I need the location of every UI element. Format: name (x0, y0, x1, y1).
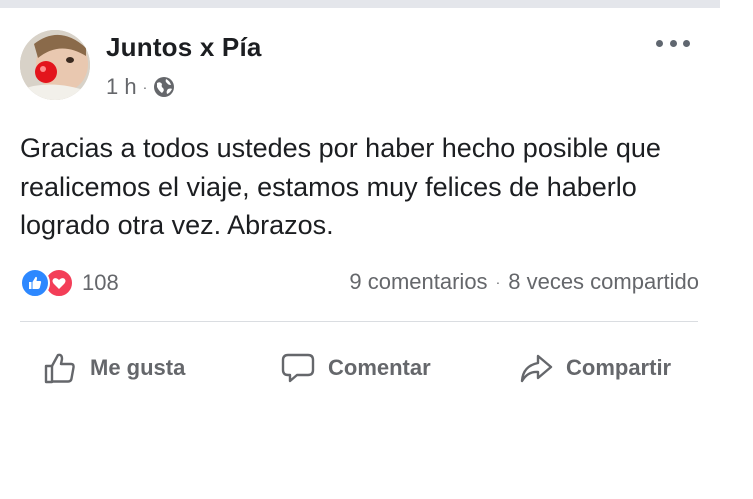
stats-separator: · (495, 274, 501, 290)
post-author-name[interactable]: Juntos x Pía (106, 32, 262, 63)
avatar[interactable] (20, 30, 90, 100)
like-button-label: Me gusta (90, 355, 186, 380)
reaction-count: 108 (82, 270, 119, 295)
more-options-icon[interactable] (656, 36, 690, 50)
share-icon (520, 354, 553, 383)
reactions-summary[interactable]: 108 (20, 268, 119, 298)
like-reaction-icon (20, 268, 50, 298)
share-button-label: Compartir (566, 355, 672, 380)
right-edge (720, 0, 753, 499)
post-meta: 1 h · (106, 74, 175, 100)
globe-icon (153, 76, 175, 98)
like-button[interactable]: Me gusta (42, 338, 185, 398)
shares-count[interactable]: 8 veces compartido (508, 269, 699, 295)
post-timestamp[interactable]: 1 h (106, 74, 137, 100)
comment-icon (281, 353, 315, 383)
divider (20, 321, 698, 322)
share-button[interactable]: Compartir (518, 338, 671, 398)
post-text: Gracias a todos ustedes por haber hecho … (20, 133, 661, 240)
post-card: Juntos x Pía 1 h · Gracias a todos usted… (0, 8, 720, 499)
comments-count[interactable]: 9 comentarios (349, 269, 487, 295)
engagement-stats: 9 comentarios · 8 veces compartido (349, 269, 699, 295)
post-action-bar: Me gusta Comentar Compartir (0, 338, 720, 398)
meta-separator: · (142, 79, 148, 95)
avatar-image (20, 30, 90, 100)
comment-button[interactable]: Comentar (280, 338, 431, 398)
thumbs-up-icon (44, 353, 75, 384)
comment-button-label: Comentar (328, 355, 431, 380)
top-separator-bar (0, 0, 720, 8)
